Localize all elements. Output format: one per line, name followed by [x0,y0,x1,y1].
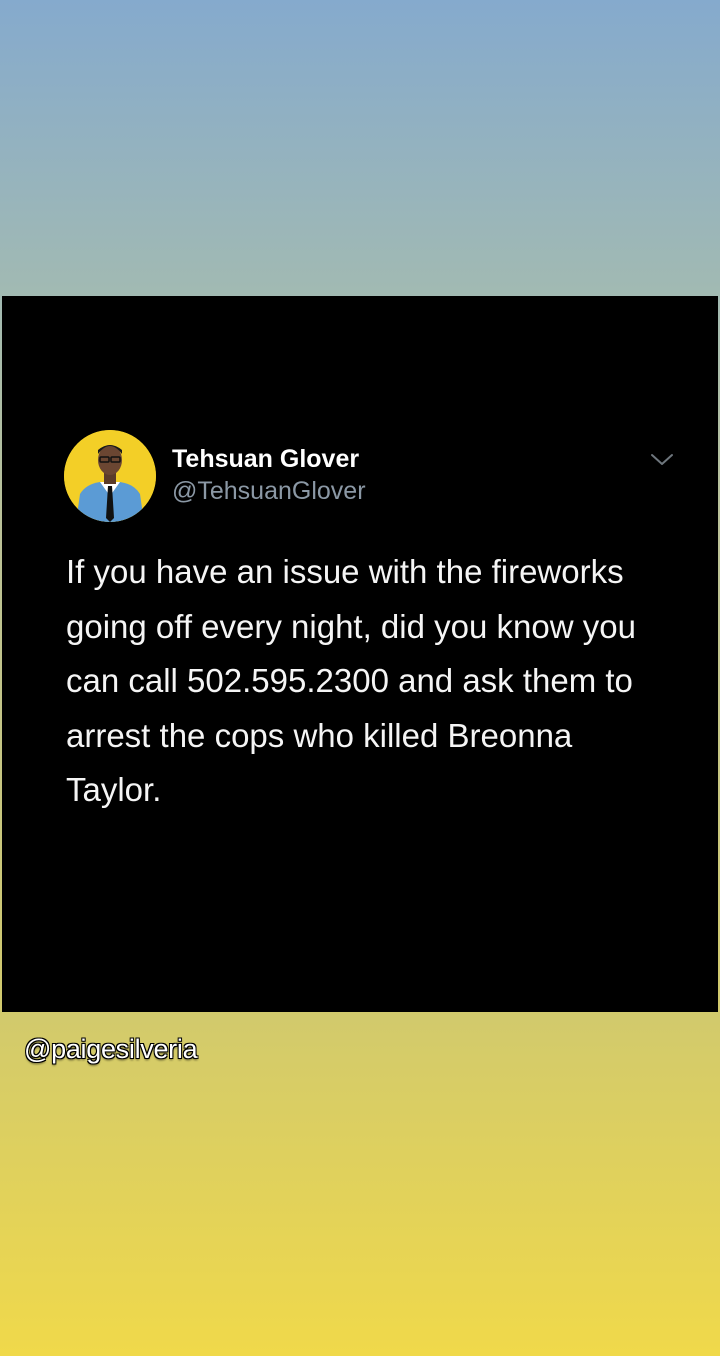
tweet-text: If you have an issue with the fireworks … [66,553,636,809]
chevron-down-icon[interactable] [648,450,676,470]
avatar-photo [64,430,156,522]
user-handle[interactable]: @TehsuanGlover [172,476,366,506]
display-name[interactable]: Tehsuan Glover [172,444,359,474]
watermark-username: @paigesilveria [24,1034,198,1064]
avatar[interactable] [64,430,156,522]
